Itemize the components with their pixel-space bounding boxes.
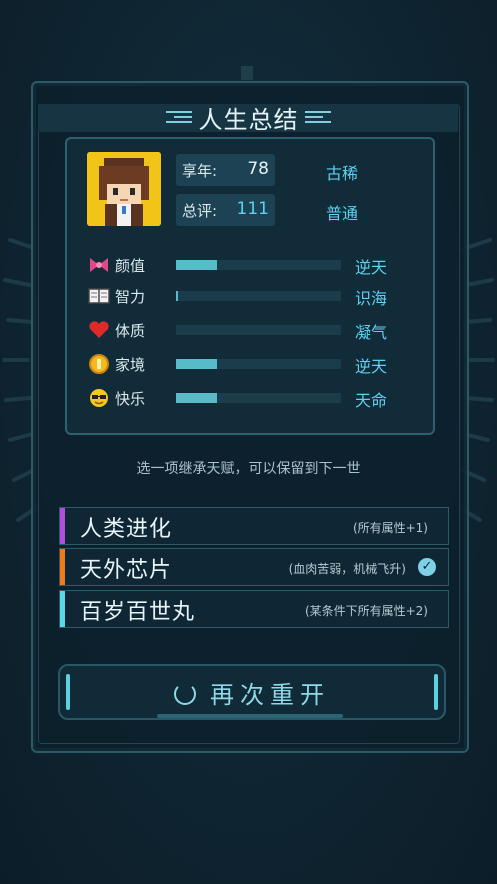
frame-top-notch xyxy=(241,66,253,80)
attribute-row-happiness: 快乐 天命 xyxy=(87,386,407,410)
talent-color-bar xyxy=(60,549,65,585)
attribute-name: 颜值 xyxy=(115,257,146,275)
age-value: 78 xyxy=(247,159,269,179)
score-box: 总评: 111 xyxy=(176,194,275,226)
talent-option-2[interactable]: 百岁百世丸 (某条件下所有属性+2) xyxy=(59,590,449,628)
talent-color-bar xyxy=(60,591,65,627)
attribute-grade: 逆天 xyxy=(355,258,388,277)
talent-desc: (某条件下所有属性+2) xyxy=(304,604,428,618)
score-word: 普通 xyxy=(326,204,359,223)
attribute-bar xyxy=(176,291,341,301)
talent-option-1[interactable]: 天外芯片 (血肉苦弱，机械飞升) ✓ xyxy=(59,548,449,586)
attribute-bar-fill xyxy=(176,260,218,270)
coin-icon xyxy=(87,352,111,376)
pixel-character-icon xyxy=(87,152,161,226)
heart-icon xyxy=(87,318,111,342)
restart-label: 再次重开 xyxy=(210,681,330,709)
restart-button-underline xyxy=(157,714,343,718)
attribute-row-constitution: 体质 凝气 xyxy=(87,318,407,342)
talent-option-0[interactable]: 人类进化 (所有属性+1) xyxy=(59,507,449,545)
talent-desc: (血肉苦弱，机械飞升) xyxy=(288,562,406,576)
talent-name: 天外芯片 xyxy=(80,558,173,583)
attribute-bar-fill xyxy=(176,393,218,403)
attribute-bar xyxy=(176,325,341,335)
age-word: 古稀 xyxy=(326,164,359,183)
attribute-grade: 天命 xyxy=(355,391,388,410)
attribute-row-appearance: 颜值 逆天 xyxy=(87,253,407,277)
restart-label-wrap: 再次重开 xyxy=(60,675,444,710)
sunglasses-face-icon xyxy=(87,386,111,410)
attribute-grade: 逆天 xyxy=(355,357,388,376)
talent-color-bar xyxy=(60,508,65,544)
attribute-name: 智力 xyxy=(115,288,146,306)
attribute-row-intelligence: 智力 识海 xyxy=(87,284,407,308)
score-label: 总评: xyxy=(182,202,218,220)
attribute-bar xyxy=(176,359,341,369)
avatar xyxy=(87,152,161,226)
attribute-name: 家境 xyxy=(115,356,146,374)
age-label: 享年: xyxy=(182,162,218,180)
talent-name: 人类进化 xyxy=(80,517,173,542)
attribute-bar xyxy=(176,260,341,270)
inherit-hint: 选一项继承天赋，可以保留到下一世 xyxy=(136,461,361,477)
attribute-grade: 凝气 xyxy=(355,323,388,342)
book-icon xyxy=(87,284,111,308)
refresh-icon xyxy=(174,683,196,705)
age-box: 享年: 78 xyxy=(176,154,275,186)
attribute-bar-fill xyxy=(176,291,178,301)
restart-button[interactable]: 再次重开 xyxy=(58,664,446,720)
attribute-name: 体质 xyxy=(115,322,146,340)
attribute-grade: 识海 xyxy=(355,289,388,308)
talent-name: 百岁百世丸 xyxy=(80,600,196,625)
checkmark-icon: ✓ xyxy=(418,558,436,576)
bow-icon xyxy=(87,253,111,277)
attribute-name: 快乐 xyxy=(115,390,146,408)
score-value: 111 xyxy=(236,199,269,219)
attribute-bar xyxy=(176,393,341,403)
page-title: 人生总结 xyxy=(198,106,299,134)
attribute-bar-fill xyxy=(176,359,218,369)
attribute-row-family: 家境 逆天 xyxy=(87,352,407,376)
talent-desc: (所有属性+1) xyxy=(352,521,428,535)
